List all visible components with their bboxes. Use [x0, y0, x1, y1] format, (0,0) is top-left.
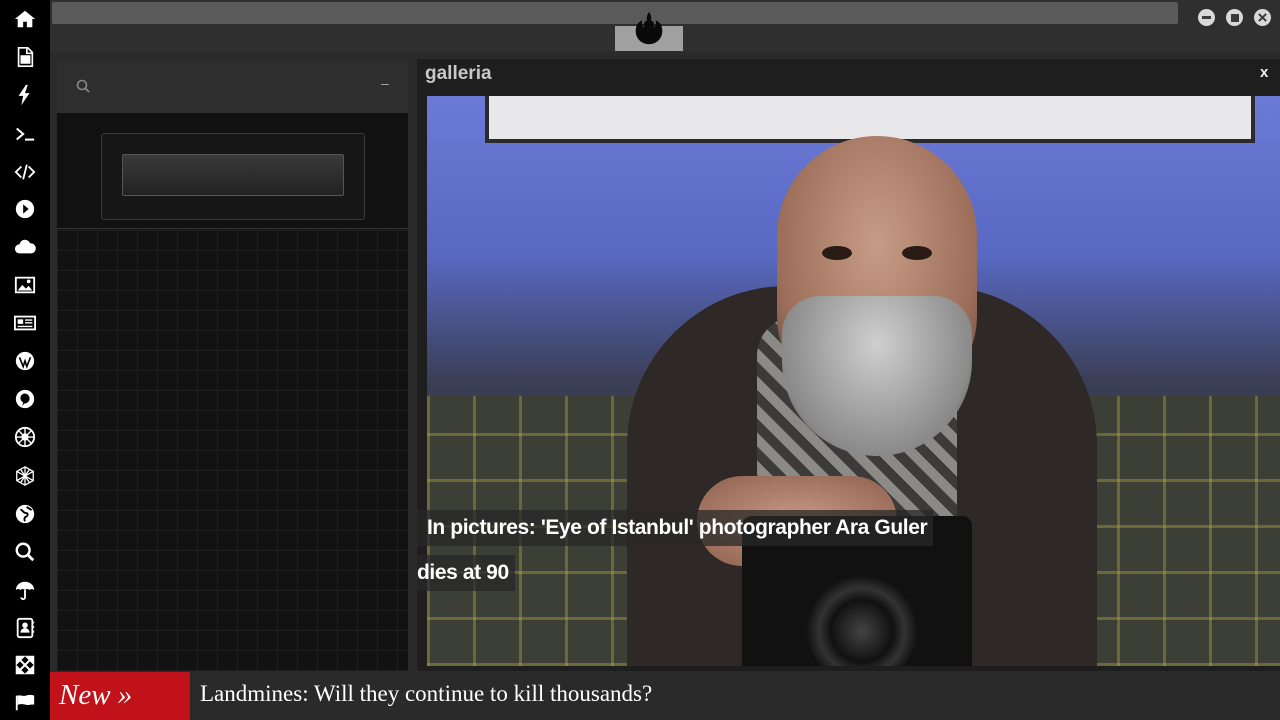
globe-icon[interactable]: [13, 502, 37, 526]
close-panel-button[interactable]: x: [1260, 64, 1268, 81]
search-input[interactable]: [122, 154, 344, 196]
search-header: –: [57, 59, 408, 113]
newspaper-icon[interactable]: [13, 311, 37, 335]
photo-caption-line2[interactable]: dies at 90: [417, 555, 515, 591]
code-icon[interactable]: [13, 160, 37, 184]
collapse-button[interactable]: –: [381, 75, 389, 91]
rebel-alliance-logo-icon[interactable]: [630, 9, 668, 47]
bolt-icon[interactable]: [13, 83, 37, 107]
contacts-icon[interactable]: [13, 616, 37, 640]
flag-icon[interactable]: [13, 690, 37, 714]
maximize-button[interactable]: [1226, 9, 1243, 26]
news-ticker: New » Landmines: Will they continue to k…: [50, 671, 1280, 720]
cloud-icon[interactable]: [13, 235, 37, 259]
search-box: [101, 133, 365, 220]
gallery-photo[interactable]: [427, 96, 1280, 666]
new-badge: New »: [50, 672, 190, 720]
pinterest-icon[interactable]: [13, 387, 37, 411]
terminal-icon[interactable]: [13, 122, 37, 146]
home-icon[interactable]: [13, 7, 37, 31]
photo-eye: [822, 246, 852, 260]
ticker-headline[interactable]: Landmines: Will they continue to kill th…: [200, 681, 652, 707]
umbrella-icon[interactable]: [13, 578, 37, 602]
play-icon[interactable]: [13, 197, 37, 221]
geodesic-icon[interactable]: [13, 464, 37, 488]
expand-icon[interactable]: [13, 653, 37, 677]
top-bar: [50, 0, 1280, 52]
close-button[interactable]: [1254, 9, 1271, 26]
minimize-button[interactable]: [1198, 9, 1215, 26]
search-panel: –: [57, 59, 408, 671]
results-grid: [57, 230, 408, 671]
photo-caption-line1[interactable]: In pictures: 'Eye of Istanbul' photograp…: [417, 510, 934, 546]
title-field[interactable]: [52, 2, 1178, 24]
photo-eye: [902, 246, 932, 260]
sidebar: [0, 0, 50, 720]
gallery-panel: galleria x In pictures: 'Eye of Istanbul…: [417, 59, 1280, 671]
image-icon[interactable]: [13, 273, 37, 297]
empire-icon[interactable]: [13, 425, 37, 449]
panel-title: galleria: [425, 63, 492, 84]
document-icon[interactable]: [13, 45, 37, 69]
search-icon: [76, 79, 90, 93]
wordpress-icon[interactable]: [13, 349, 37, 373]
search-icon[interactable]: [13, 540, 37, 564]
